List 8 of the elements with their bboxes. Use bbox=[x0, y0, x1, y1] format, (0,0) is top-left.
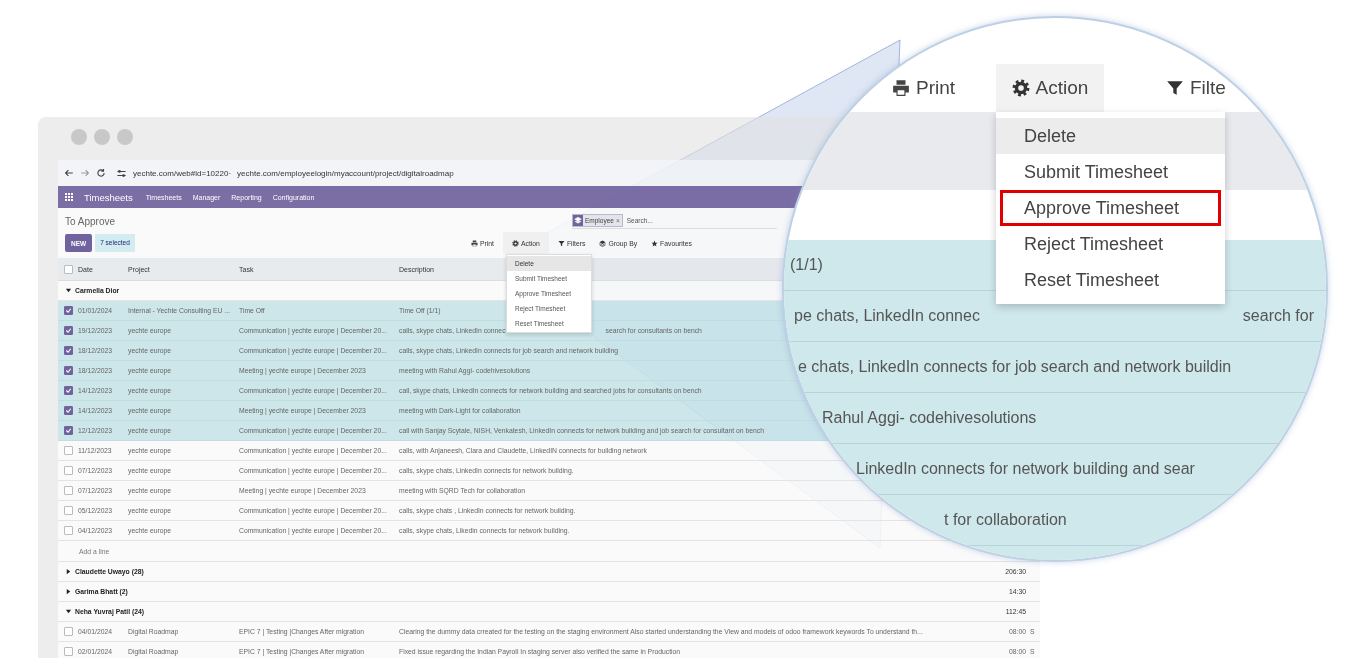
description-text: e chats, LinkedIn connects for job search and network buildin bbox=[798, 358, 1232, 376]
description-text: t for collaboration bbox=[944, 511, 1067, 529]
description-text: search for bbox=[1242, 307, 1314, 325]
description-text: Rahul Aggi- codehivesolutions bbox=[822, 409, 1037, 427]
page-title: To Approve bbox=[64, 215, 117, 227]
description-text: LinkedIn connects for network building and sear bbox=[856, 460, 1195, 478]
description-text: pe chats, LinkedIn connec bbox=[794, 307, 980, 325]
description-text: (1/1) bbox=[790, 256, 823, 274]
